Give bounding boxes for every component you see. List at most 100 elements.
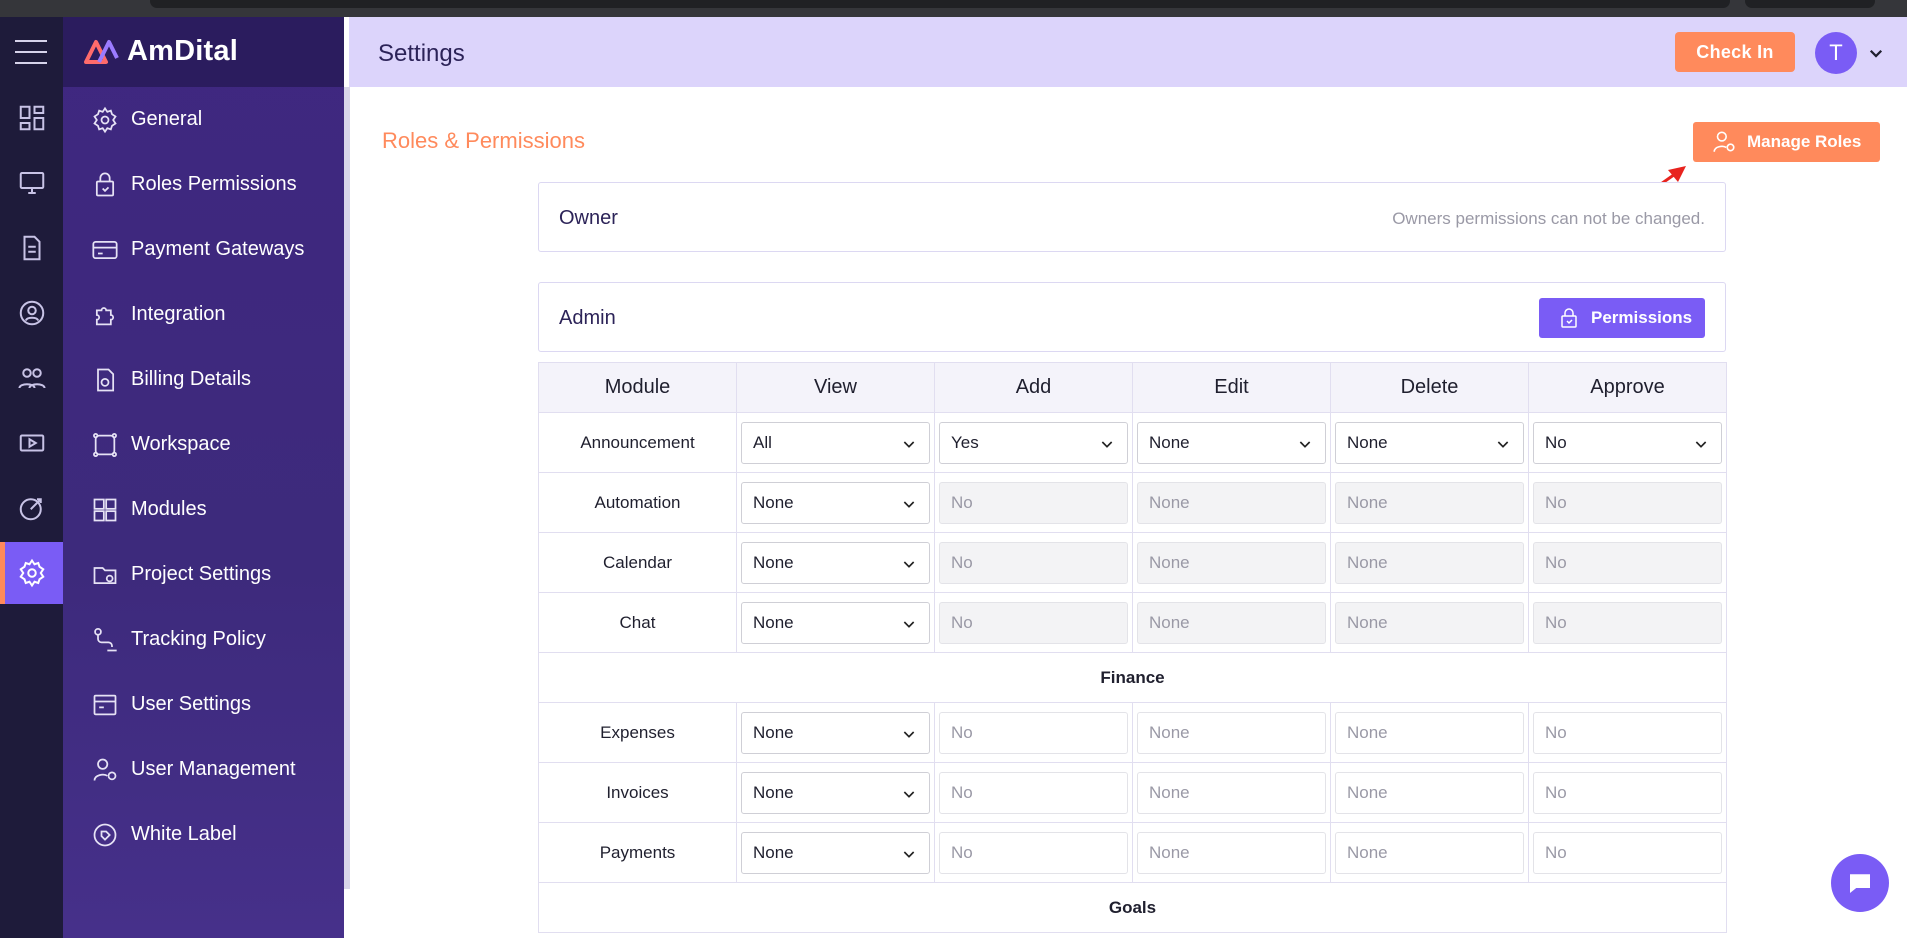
rail-dashboard[interactable] <box>0 87 63 149</box>
cell-view: None <box>736 472 935 533</box>
user-gear-icon <box>93 758 117 781</box>
sidebar-item-label: Billing Details <box>131 368 252 390</box>
sidebar-item-user-settings[interactable]: User Settings <box>63 672 344 737</box>
rail-team[interactable] <box>0 347 63 409</box>
cell-approve: No <box>1528 412 1727 473</box>
user-gear-icon <box>1713 131 1735 152</box>
cell-approve: No <box>1528 702 1727 763</box>
user-settings-icon <box>93 694 117 715</box>
approve-readonly: No <box>1533 601 1722 644</box>
approve-readonly: No <box>1533 481 1722 524</box>
edit-readonly: None <box>1137 831 1326 874</box>
cell-add: No <box>934 532 1133 593</box>
permissions-label: Permissions <box>1591 308 1693 327</box>
check-in-button[interactable]: Check In <box>1675 32 1795 72</box>
cell-view: None <box>736 702 935 763</box>
edit-select[interactable]: None <box>1137 421 1326 464</box>
monitor-icon <box>19 172 44 194</box>
group-row: Finance <box>538 652 1727 703</box>
manage-roles-button[interactable]: Manage Roles <box>1693 122 1880 162</box>
cell-delete: None <box>1330 532 1529 593</box>
sidebar-item-label: General <box>131 108 203 130</box>
user-cycle-icon <box>19 300 44 326</box>
select-value: None <box>1347 432 1388 452</box>
view-select[interactable]: None <box>741 601 930 644</box>
sidebar-item-modules[interactable]: Modules <box>63 477 344 542</box>
edit-readonly: None <box>1137 601 1326 644</box>
approve-readonly: No <box>1533 831 1722 874</box>
cell-approve: No <box>1528 472 1727 533</box>
approve-readonly: No <box>1533 541 1722 584</box>
chevron-down-icon <box>1101 440 1113 448</box>
sidebar-item-billing-details[interactable]: Billing Details <box>63 347 344 412</box>
sidebar-scrollbar[interactable] <box>344 87 350 889</box>
rail-video[interactable] <box>0 412 63 474</box>
roles-icon <box>95 172 115 196</box>
sidebar-item-roles-permissions[interactable]: Roles Permissions <box>63 152 344 217</box>
view-select[interactable]: None <box>741 711 930 754</box>
sidebar-item-payment-gateways[interactable]: Payment Gateways <box>63 217 344 282</box>
sidebar-item-integration[interactable]: Integration <box>63 282 344 347</box>
module-name: Announcement <box>538 412 737 473</box>
table-row: Invoices None No None None No <box>538 762 1727 823</box>
sidebar-item-general[interactable]: General <box>63 87 344 152</box>
sidebar-item-label: Payment Gateways <box>131 238 305 260</box>
module-name: Chat <box>538 592 737 653</box>
sidebar-item-user-management[interactable]: User Management <box>63 737 344 802</box>
delete-readonly: None <box>1335 711 1524 754</box>
sidebar-item-project-settings[interactable]: Project Settings <box>63 542 344 607</box>
chevron-down-icon <box>903 560 915 568</box>
rail-goals[interactable] <box>0 477 63 539</box>
cell-add: No <box>934 822 1133 883</box>
rail-documents[interactable] <box>0 217 63 279</box>
view-select[interactable]: All <box>741 421 930 464</box>
rail-user-cycle[interactable] <box>0 282 63 344</box>
grid-icon <box>93 498 117 521</box>
brand-logo[interactable]: AmDital <box>83 35 238 68</box>
table-row: Payments None No None None No <box>538 822 1727 883</box>
view-select[interactable]: None <box>741 831 930 874</box>
team-icon <box>18 368 45 389</box>
view-select[interactable]: None <box>741 481 930 524</box>
sidebar-item-workspace[interactable]: Workspace <box>63 412 344 477</box>
column-header-view: View <box>736 362 935 413</box>
chevron-down-icon <box>903 790 915 798</box>
view-select[interactable]: None <box>741 541 930 584</box>
group-title-finance: Finance <box>538 652 1727 703</box>
module-name: Calendar <box>538 532 737 593</box>
icon-rail <box>0 17 63 938</box>
chevron-down-icon <box>1497 440 1509 448</box>
sidebar-item-label: Project Settings <box>131 563 272 585</box>
owner-role-title: Owner <box>559 207 618 229</box>
view-select[interactable]: None <box>741 771 930 814</box>
add-select[interactable]: Yes <box>939 421 1128 464</box>
cell-edit: None <box>1132 702 1331 763</box>
delete-readonly: None <box>1335 541 1524 584</box>
group-row: Goals <box>538 882 1727 933</box>
table-row: Automation None No None None No <box>538 472 1727 533</box>
brand-name: AmDital <box>127 35 238 67</box>
sidebar-item-tracking-policy[interactable]: Tracking Policy <box>63 607 344 672</box>
hamburger-menu-icon[interactable] <box>15 40 47 73</box>
rail-settings[interactable] <box>0 542 63 604</box>
table-row: Expenses None No None None No <box>538 702 1727 763</box>
chevron-down-icon <box>903 850 915 858</box>
column-header-approve: Approve <box>1528 362 1727 413</box>
cell-view: All <box>736 412 935 473</box>
video-icon <box>19 434 44 452</box>
sidebar-item-label: Roles Permissions <box>131 173 297 195</box>
card-icon <box>92 240 118 259</box>
sidebar-nav: General Roles Permissions Payment Gatewa… <box>63 87 344 867</box>
delete-select[interactable]: None <box>1335 421 1524 464</box>
browser-tab-strip <box>0 0 1907 17</box>
chevron-down-icon[interactable] <box>1867 44 1885 62</box>
avatar[interactable]: T <box>1815 32 1857 74</box>
module-name: Payments <box>538 822 737 883</box>
chat-support-button[interactable] <box>1831 854 1889 912</box>
settings-gear-icon <box>18 558 45 588</box>
permissions-button[interactable]: Permissions <box>1539 298 1705 338</box>
approve-select[interactable]: No <box>1533 421 1722 464</box>
column-header-module: Module <box>538 362 737 413</box>
sidebar-item-white-label[interactable]: White Label <box>63 802 344 867</box>
rail-monitor[interactable] <box>0 152 63 214</box>
